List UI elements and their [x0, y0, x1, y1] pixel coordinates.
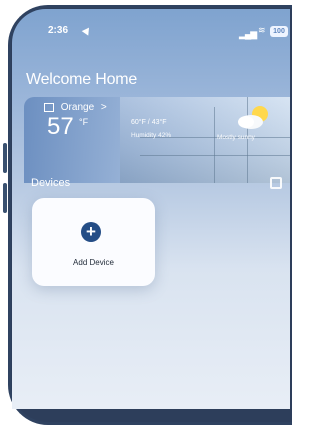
print-icon[interactable]	[270, 177, 282, 189]
volume-down-button[interactable]	[3, 183, 7, 213]
status-bar: 2:36 ▂▄▆ ≋ 100	[36, 25, 290, 43]
room-window-line	[140, 155, 290, 156]
temperature-range: 60°F / 43°F	[131, 119, 167, 126]
add-device-card[interactable]: + Add Device	[32, 198, 155, 286]
devices-title: Devices	[31, 177, 71, 189]
weather-card[interactable]: Orange > 57 °F 60°F / 43°F Humidity 42% …	[24, 97, 290, 183]
battery-icon: 100	[270, 26, 288, 37]
humidity: Humidity 42%	[131, 132, 172, 139]
add-icon: +	[81, 222, 101, 242]
location-chevron-icon: >	[100, 102, 107, 113]
room-pillar	[214, 107, 215, 183]
location-icon	[81, 25, 93, 36]
location-name: Orange	[60, 102, 95, 113]
add-device-label: Add Device	[73, 258, 114, 267]
temperature-unit: °F	[79, 117, 89, 127]
signal-icon: ▂▄▆	[239, 29, 257, 39]
screen: 2:36 ▂▄▆ ≋ 100 Welcome Home Orange > 57 …	[12, 9, 290, 409]
partly-sunny-icon	[238, 106, 268, 129]
page-title: Welcome Home	[26, 71, 138, 88]
volume-up-button[interactable]	[3, 143, 7, 173]
temperature: 57	[47, 113, 74, 140]
wifi-icon: ≋	[258, 25, 266, 35]
weather-condition: Mostly sunny	[217, 134, 255, 141]
location-link[interactable]: Orange >	[44, 102, 107, 113]
home-icon	[44, 102, 54, 112]
time: 2:36	[48, 25, 69, 36]
